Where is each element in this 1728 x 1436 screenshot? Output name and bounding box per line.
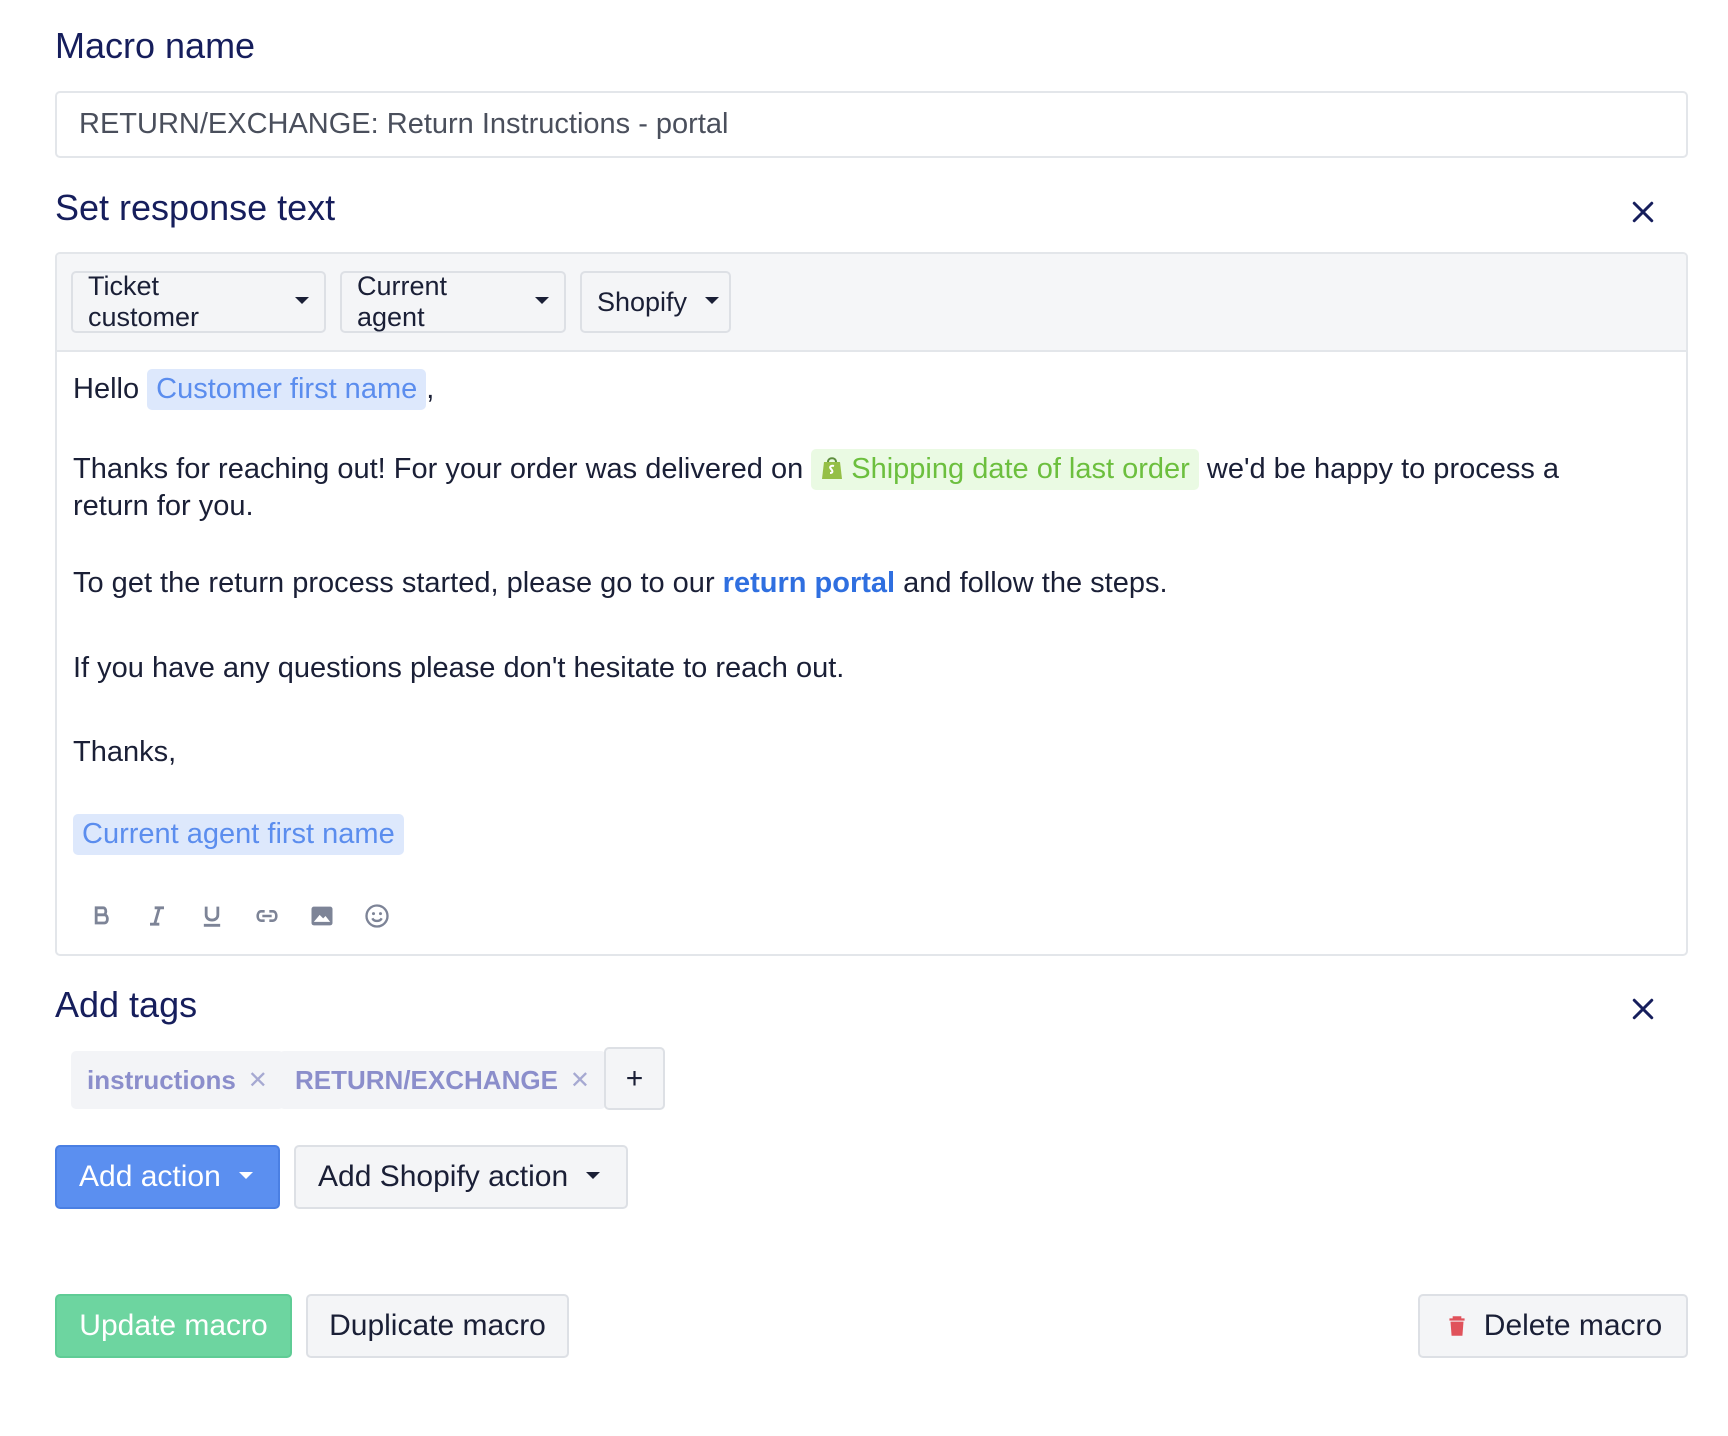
- chevron-down-icon: [295, 296, 309, 304]
- variable-toolbar: Ticket customer Current agent Shopify: [57, 254, 1686, 352]
- ticket-customer-label: Ticket customer: [88, 271, 200, 332]
- add-shopify-action-button[interactable]: Add Shopify action: [294, 1145, 628, 1209]
- chevron-down-icon: [705, 296, 720, 304]
- tag-chip: instructions ✕: [71, 1051, 284, 1109]
- greeting-line: Hello Customer first name,: [73, 369, 434, 410]
- customer-first-name-variable[interactable]: Customer first name: [147, 369, 427, 410]
- ticket-customer-dropdown[interactable]: Ticket customer: [71, 271, 326, 333]
- greeting-text: Hello: [73, 373, 140, 405]
- response-editor[interactable]: Ticket customer Current agent Shopify He…: [55, 252, 1688, 956]
- body-text: To get the return process started, pleas…: [73, 567, 715, 599]
- format-toolbar: [85, 899, 393, 932]
- return-portal-link[interactable]: return portal: [723, 567, 895, 599]
- macro-name-input[interactable]: [55, 91, 1688, 158]
- body-line-1: Thanks for reaching out! For your order …: [73, 449, 1559, 490]
- response-section-title: Set response text: [55, 187, 336, 228]
- trash-icon: [1449, 1316, 1465, 1336]
- agent-first-name-variable[interactable]: Current agent first name: [73, 814, 404, 855]
- add-tag-button[interactable]: +: [604, 1047, 665, 1110]
- signature-line: Current agent first name: [73, 814, 404, 855]
- close-tags-icon[interactable]: [1628, 994, 1658, 1024]
- chevron-down-icon: [238, 1171, 253, 1179]
- italic-icon[interactable]: [140, 899, 173, 932]
- duplicate-macro-button[interactable]: Duplicate macro: [306, 1294, 569, 1358]
- remove-tag-icon[interactable]: ✕: [248, 1066, 268, 1095]
- tag-label: instructions: [87, 1064, 236, 1095]
- delete-macro-label: Delete macro: [1483, 1309, 1663, 1342]
- macro-name-label: Macro name: [55, 25, 256, 66]
- body-text: and follow the steps.: [903, 567, 1168, 599]
- delete-macro-button[interactable]: Delete macro: [1418, 1294, 1688, 1358]
- shopify-bag-icon: [822, 457, 843, 479]
- shopify-label: Shopify: [597, 286, 688, 317]
- image-icon[interactable]: [305, 899, 338, 932]
- shopify-dropdown[interactable]: Shopify: [580, 271, 731, 333]
- close-response-icon[interactable]: [1628, 197, 1658, 227]
- shipping-date-label: Shipping date of last order: [851, 453, 1190, 485]
- body-text: Thanks for reaching out! For your order …: [73, 453, 804, 485]
- emoji-icon[interactable]: [360, 899, 393, 932]
- bold-icon[interactable]: [85, 899, 118, 932]
- remove-tag-icon[interactable]: ✕: [570, 1066, 590, 1095]
- shipping-date-variable[interactable]: Shipping date of last order: [811, 449, 1199, 490]
- greeting-comma: ,: [426, 373, 435, 405]
- chevron-down-icon: [535, 296, 549, 304]
- body-line-4: Thanks,: [73, 736, 177, 768]
- chevron-down-icon: [586, 1171, 601, 1179]
- tag-chip: RETURN/EXCHANGE ✕: [279, 1051, 607, 1109]
- tag-label: RETURN/EXCHANGE: [295, 1064, 558, 1095]
- body-line-1-cont: return for you.: [73, 490, 254, 522]
- body-line-2: To get the return process started, pleas…: [73, 567, 1168, 600]
- body-text: we'd be happy to process a: [1206, 453, 1560, 485]
- add-action-button[interactable]: Add action: [55, 1145, 280, 1209]
- body-line-3: If you have any questions please don't h…: [73, 652, 845, 684]
- update-macro-button[interactable]: Update macro: [55, 1294, 292, 1358]
- link-icon[interactable]: [250, 899, 283, 932]
- add-shopify-action-label: Add Shopify action: [318, 1160, 569, 1193]
- current-agent-dropdown[interactable]: Current agent: [340, 271, 566, 333]
- underline-icon[interactable]: [195, 899, 228, 932]
- current-agent-label: Current agent: [357, 271, 448, 332]
- add-action-label: Add action: [79, 1160, 221, 1193]
- tags-section-title: Add tags: [55, 984, 198, 1025]
